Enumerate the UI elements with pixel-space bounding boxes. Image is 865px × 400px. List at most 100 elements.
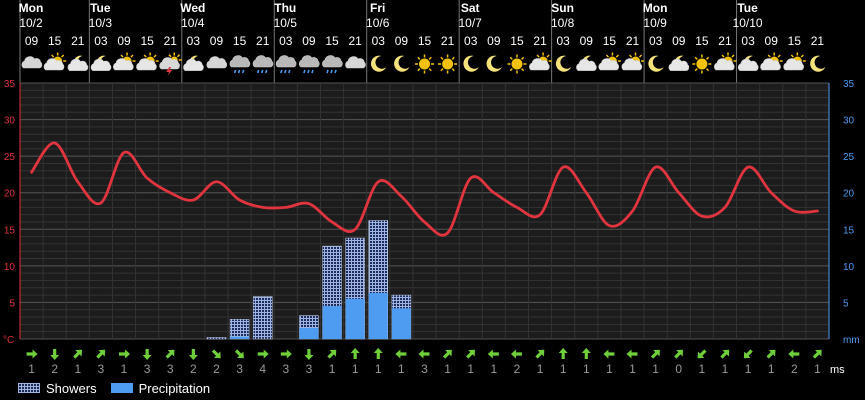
wind-arrow-shape xyxy=(26,349,38,359)
moon-shape xyxy=(486,55,502,72)
sun-ray xyxy=(777,54,781,58)
sun-ray xyxy=(705,56,710,60)
rain-drop xyxy=(330,69,333,74)
wind-speed-label: 3 xyxy=(282,362,289,376)
wind-arrow-icon xyxy=(558,348,568,359)
moon-cloud-icon xyxy=(668,55,690,71)
wind-unit-label: ms xyxy=(830,364,845,376)
sun-ray xyxy=(509,56,513,60)
rain-cloud-icon xyxy=(299,55,320,74)
hour-label: 09 xyxy=(487,34,501,48)
rain-drop xyxy=(307,69,310,74)
hour-label: 03 xyxy=(649,34,663,48)
wind-arrow-shape xyxy=(603,349,615,359)
wind-arrow-shape xyxy=(373,348,383,359)
hour-label: 15 xyxy=(510,34,524,48)
wind-speed-label: 1 xyxy=(121,362,128,376)
sun-disc xyxy=(419,58,430,70)
hour-label: 21 xyxy=(718,34,732,48)
sun-shape xyxy=(692,54,712,74)
moon-shape xyxy=(370,55,387,72)
wind-speed-label: 1 xyxy=(467,362,474,376)
wind-arrow-shape xyxy=(788,349,800,359)
cloud-shape xyxy=(67,58,89,71)
wind-speed-label: 1 xyxy=(74,362,81,376)
day-date: 10/6 xyxy=(366,16,390,30)
hour-label: 09 xyxy=(25,34,39,48)
rain-drop xyxy=(280,69,283,74)
sun-shape xyxy=(438,54,458,74)
wind-arrow-icon xyxy=(466,349,475,359)
day-date: 10/7 xyxy=(458,16,482,30)
right-tick-label: 30 xyxy=(843,116,855,127)
wind-arrow-shape xyxy=(234,349,244,359)
moon-icon xyxy=(555,55,572,72)
rain-drop xyxy=(311,69,314,74)
moon-shape xyxy=(555,55,572,72)
wind-arrow-icon xyxy=(720,349,730,359)
day-date: 10/9 xyxy=(643,16,667,30)
cloud-shape xyxy=(183,58,204,71)
cloud-shape xyxy=(576,58,597,71)
wind-arrow-shape xyxy=(558,348,568,359)
moon-icon xyxy=(394,55,410,72)
hour-label: 21 xyxy=(533,34,547,48)
sun-ray xyxy=(628,54,633,58)
wind-arrow-icon xyxy=(373,348,383,359)
cloudy-icon xyxy=(21,56,43,69)
rain-drop xyxy=(264,69,268,74)
moon-cloud-icon xyxy=(576,55,597,71)
sun-ray xyxy=(721,54,725,58)
hour-label: 09 xyxy=(580,34,594,48)
rain-drop xyxy=(326,69,329,74)
hour-label: 03 xyxy=(741,34,755,48)
sun-ray xyxy=(417,68,421,72)
moon-icon xyxy=(648,55,664,72)
sun-disc xyxy=(696,58,708,70)
wind-speed-label: 1 xyxy=(606,362,613,376)
precipitation-swatch xyxy=(110,383,133,393)
sun-icon xyxy=(415,54,434,74)
left-tick-label: 5 xyxy=(9,298,15,309)
hour-label: 09 xyxy=(117,34,131,48)
sun-disc xyxy=(442,58,454,70)
wind-arrow-icon xyxy=(418,349,430,359)
wind-speed-label: 1 xyxy=(722,362,729,376)
wind-speed-label: 1 xyxy=(745,362,752,376)
wind-arrow-shape xyxy=(257,349,269,359)
right-tick-label: 35 xyxy=(843,79,855,90)
day-name: Wed xyxy=(180,1,205,15)
wind-speed-label: 3 xyxy=(144,362,151,376)
sun-icon xyxy=(692,54,712,74)
day-name: Fri xyxy=(370,1,385,15)
sun-cloud-icon xyxy=(760,52,783,71)
cloud-shape xyxy=(322,55,343,68)
hour-label: 15 xyxy=(325,34,339,48)
wind-arrow-shape xyxy=(304,349,314,360)
sun-shape xyxy=(507,54,527,74)
day-name: Tue xyxy=(90,1,111,15)
rain-cloud-icon xyxy=(252,55,274,74)
wind-speed-label: 3 xyxy=(98,362,105,376)
right-tick-label: 10 xyxy=(843,262,855,273)
left-tick-label: 35 xyxy=(4,79,16,90)
moon-icon xyxy=(463,55,479,72)
wind-arrow-shape xyxy=(766,349,776,359)
legend-label-precipitation: Precipitation xyxy=(138,380,211,396)
wind-speed-label: 1 xyxy=(583,362,590,376)
hour-label: 09 xyxy=(210,34,224,48)
wind-arrow-shape xyxy=(73,349,83,359)
wind-arrow-icon xyxy=(257,349,269,359)
cloudy-icon xyxy=(206,56,228,69)
wind-arrow-shape xyxy=(743,349,753,359)
legend: Showers Precipitation xyxy=(18,378,210,398)
sun-ray xyxy=(428,68,432,72)
wind-arrow-shape xyxy=(487,349,499,359)
left-tick-label: 20 xyxy=(4,189,16,200)
wind-arrow-icon xyxy=(188,349,198,360)
hour-label: 15 xyxy=(418,34,432,48)
rain-drop xyxy=(334,69,337,74)
day-name: Sat xyxy=(461,1,480,15)
wind-speed-label: 2 xyxy=(213,362,220,376)
hour-label: 15 xyxy=(788,34,802,48)
